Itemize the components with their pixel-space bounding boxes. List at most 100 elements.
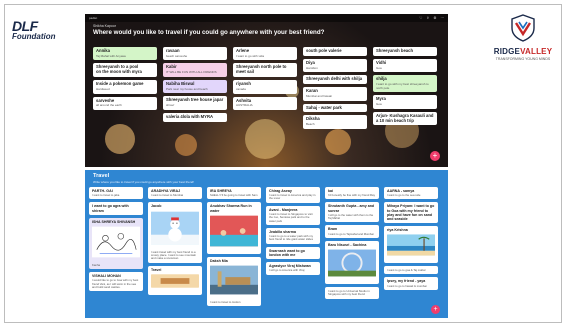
post-title: ISHA SHREYA SHIVANSH	[92, 219, 136, 224]
padlet2-column-4: Chirag Aseay I want to travel to America …	[266, 187, 320, 275]
post-card[interactable]: PARTH- GAI I want to travel to jaba	[89, 187, 143, 200]
padlet-topbar: padlet ♡ ⇪ ⚙ ⋯	[85, 14, 448, 22]
padlet2-column-3: IRA SHREYA SHELL! I'll be going to travel…	[207, 187, 261, 307]
post-card[interactable]: Shreeyansh beach	[373, 47, 437, 56]
post-body: IT WILL BE FUN WITH ALL FRIENDS	[166, 70, 217, 75]
post-card[interactable]: Inside a pokemon game Hardweed	[93, 80, 157, 94]
padlet1-column-5: Shreeyansh beach Vidhi Goa shilja I want t…	[373, 47, 437, 126]
padlet2-title: Travel	[93, 173, 110, 179]
post-body: I want to travel to Singapore to visit t…	[269, 211, 313, 223]
topbar-icons: ♡ ⇪ ⚙ ⋯	[419, 16, 444, 20]
post-card[interactable]: Shreeyansh delhi with shilja	[303, 75, 367, 85]
post-body: I want to go with my best shreeyansh to …	[376, 82, 429, 90]
post-body: I want to travel to Mumbai	[151, 193, 184, 198]
add-post-button[interactable]: +	[431, 305, 440, 314]
post-card[interactable]: south pole valerie	[303, 47, 367, 56]
post-body: AUSTRALIA	[236, 103, 253, 108]
post-card[interactable]: riya Krishna	[384, 225, 438, 264]
post-card[interactable]: Sahaj - water park	[303, 103, 367, 113]
ridge-valley-name-a: RIDGE	[493, 47, 521, 56]
padlet2-subtitle: Write where you like to travel if you co…	[93, 180, 194, 184]
post-card[interactable]: Ipsey, my friend - yaya I want to go to h…	[384, 277, 438, 290]
post-card[interactable]: VISHALI MOHAN I would like to go to Goa w…	[89, 272, 143, 292]
post-card[interactable]: Diksha Beach	[303, 115, 367, 129]
post-card[interactable]: kai I'd honestly be fine with my friend R…	[325, 187, 379, 200]
padlet-url: padlet	[89, 16, 98, 20]
padlet2-header: Travel Write where you like to travel if…	[93, 173, 194, 184]
pool-image	[210, 215, 258, 247]
post-card[interactable]: Shreeyansh tree house japar shravr	[163, 96, 227, 110]
post-card[interactable]: AARNA - samya I want to go to the sea sid…	[384, 187, 438, 200]
post-card[interactable]: shilja I want to go with my best shreeyan…	[373, 75, 437, 93]
heart-icon[interactable]: ♡	[419, 16, 422, 20]
post-card[interactable]: Agrastyor Viraj Mishwan I will go to Amer…	[266, 262, 320, 275]
post-card[interactable]: Daksh Mia I want to travel to london	[207, 256, 261, 307]
post-body: I want to go to Universal Studio in Sing…	[328, 289, 370, 297]
post-card[interactable]: Chirag Aseay I want to travel to America …	[266, 187, 320, 203]
post-card[interactable]: Avani - Manjeera I want to travel to Sing…	[266, 205, 320, 225]
post-card[interactable]: Shrutanth Gupta - amy and sunrar I will g…	[325, 202, 379, 223]
post-card[interactable]: Anubhav Sharma Run in water	[207, 202, 261, 254]
post-card[interactable]: Vidhi Goa	[373, 58, 437, 73]
post-title: Shreeyansh north pole to meet sail	[236, 64, 287, 75]
add-post-button[interactable]: +	[430, 151, 440, 161]
post-card[interactable]: sarveshe all around the earth	[93, 96, 157, 110]
post-card[interactable]: Nabiha Biswal Park near my house and beac…	[163, 79, 227, 94]
post-card[interactable]: Baru Nisusri - Sachina	[325, 240, 379, 284]
post-card[interactable]: Myra Goa	[373, 95, 437, 109]
post-card[interactable]: ravaan beach sarveshe	[163, 47, 227, 61]
post-card[interactable]: ARADHYA VIRAJ I want to travel to Mumbai	[148, 187, 202, 200]
post-card[interactable]: riyansh canada	[233, 80, 297, 94]
post-title: Mihaya Priyam: I want to go to Goa with …	[387, 204, 435, 221]
post-title: Shreeyansh delhi with shilja	[306, 76, 363, 82]
padlet1-column-4: south pole valerie Diya Hamilton Shreeyan…	[303, 47, 367, 129]
post-title: Sahaj - water park	[306, 104, 342, 110]
post-title: riya Krishna	[387, 227, 408, 232]
post-card[interactable]: Arlene I want to go with vida	[233, 47, 297, 61]
post-title: south pole valerie	[306, 48, 342, 53]
padlet2-column-1: PARTH- GAI I want to travel to jaba I wan…	[89, 187, 143, 292]
travel-image	[151, 274, 199, 288]
post-body: I'd honestly be fine with my friend Ray	[328, 193, 376, 198]
post-body: I would like to go to Goa with my best f…	[92, 278, 139, 289]
post-card[interactable]: I want to go to goa & Taj mahal	[384, 266, 438, 275]
post-card[interactable]: valeria 4lola with MYRA	[163, 112, 227, 122]
post-card[interactable]: I want to go to Universal Studio in Sing…	[325, 287, 379, 299]
post-card[interactable]: Diya Hamilton	[303, 58, 367, 73]
post-title: Nabiha Biswal	[166, 80, 195, 86]
post-title: Shreeyansh tree house japar	[166, 97, 224, 103]
post-card[interactable]: Swarnash want to go london with me	[266, 246, 320, 260]
post-body: all around the earth	[96, 103, 122, 108]
post-card[interactable]: ISHA SHREYA SHIVANSH Kanha	[89, 217, 143, 270]
post-card[interactable]: IRA SHREYA SHELL! I'll be going to travel…	[207, 187, 261, 200]
post-card[interactable]: I want to go agra with shiram	[89, 202, 143, 215]
post-body: Mumbai and hawaii	[306, 93, 332, 98]
post-body: Beach	[306, 122, 315, 127]
post-card[interactable]: Ashvita AUSTRALIA	[233, 96, 297, 110]
post-title: Vidhi	[376, 59, 387, 65]
post-body: Goa	[376, 65, 382, 70]
padlet-header: Shikha Kapoor Where would you like to tr…	[93, 24, 324, 36]
post-card[interactable]: Shreeyansh to a pool on the moon with myr…	[93, 63, 157, 78]
post-card[interactable]: Kabir IT WILL BE FUN WITH ALL FRIENDS	[163, 63, 227, 77]
post-title: Travel	[151, 267, 162, 272]
padlet1-column-2: ravaan beach sarveshe Kabir IT WILL BE FUN…	[163, 47, 227, 122]
post-body: canada	[236, 86, 246, 91]
post-card[interactable]: Travel	[148, 265, 202, 295]
post-card[interactable]: Karan Mumbai and hawaii	[303, 87, 367, 101]
post-body: on the moon with myra	[96, 69, 142, 75]
post-card[interactable]: Arjun- Kushagra Kasauli and a 10 min bea…	[373, 111, 437, 126]
more-icon[interactable]: ⋯	[441, 16, 445, 20]
padlet-screenshot-top: padlet ♡ ⇪ ⚙ ⋯ Shikha Kapoor Where would…	[85, 14, 448, 167]
share-icon[interactable]: ⇪	[426, 16, 429, 20]
post-card[interactable]: Annika Taj Mahal with Anyasa	[93, 47, 157, 61]
post-card[interactable]: Mihaya Priyam: I want to go to Goa with …	[384, 202, 438, 223]
settings-icon[interactable]: ⚙	[433, 16, 436, 20]
post-card[interactable]: Shreeyansh north pole to meet sail	[233, 63, 297, 78]
ridge-valley-name-b: VALLEY	[520, 47, 553, 56]
post-card[interactable]: Bram I want to go to Tajmahal and Mumbai	[325, 225, 379, 238]
post-body: I want to go to goa & Taj mahal	[387, 268, 426, 273]
post-card[interactable]: Jacob I want travel with my best friend …	[148, 202, 202, 263]
post-card[interactable]: Jeabilla sharma I want to go to a water p…	[266, 227, 320, 244]
padlet1-column-1: Annika Taj Mahal with Anyasa Shreeyansh t…	[93, 47, 157, 110]
